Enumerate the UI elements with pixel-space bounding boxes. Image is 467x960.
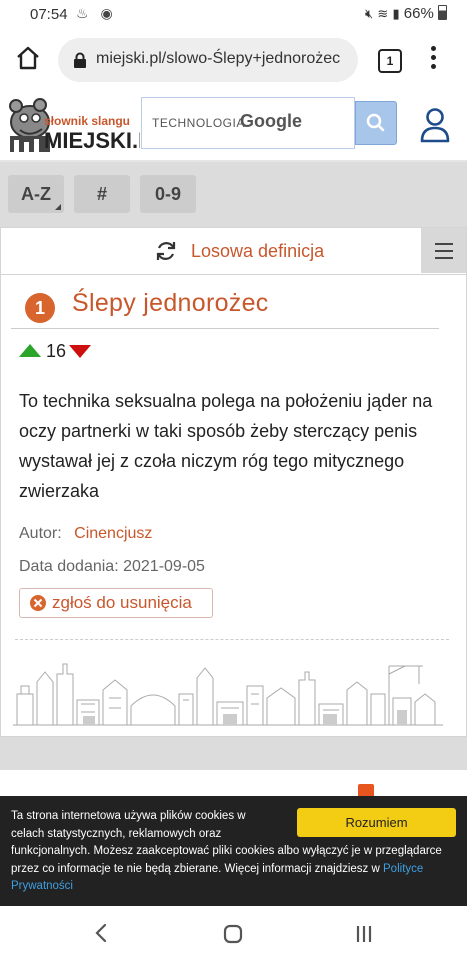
logo-title: MIEJSKI.PL <box>44 128 140 153</box>
lock-icon <box>72 52 88 68</box>
logo-subtitle: słownik slangu <box>44 114 130 128</box>
letters-digits-button[interactable]: 0-9 <box>140 175 196 213</box>
definition-card: Losowa definicja 1 Ślepy jednorożec 16 T… <box>0 227 467 737</box>
search-input[interactable]: TECHNOLOGIA Google <box>141 97 355 149</box>
nav-home-icon[interactable] <box>222 923 244 945</box>
random-definition-row: Losowa definicja <box>1 228 466 275</box>
browser-toolbar: miejski.pl/slowo-Ślepy+jednorożec 1 <box>0 30 467 90</box>
notification-icons: ♨ ◉ <box>76 5 117 21</box>
user-icon[interactable] <box>418 106 452 144</box>
report-icon <box>30 595 46 611</box>
letters-hash-button[interactable]: # <box>74 175 130 213</box>
status-right: 🔇︎ ≋ ▮ 66% <box>365 5 447 22</box>
wifi-icon: ≋ <box>377 6 389 21</box>
cookie-banner: Ta strona internetowa używa plików cooki… <box>0 796 467 906</box>
mute-icon: 🔇︎ <box>365 6 374 21</box>
search-icon <box>366 113 385 132</box>
title-divider <box>11 328 439 329</box>
vote-up-icon[interactable] <box>19 344 41 357</box>
system-navigation-bar <box>0 906 467 960</box>
dropdown-corner-icon <box>55 204 61 210</box>
nav-back-icon[interactable] <box>92 922 112 944</box>
status-bar: 07:54 ♨ ◉ 🔇︎ ≋ ▮ 66% <box>0 0 467 30</box>
status-time: 07:54 <box>30 6 68 23</box>
search-button[interactable] <box>355 101 397 145</box>
city-skyline-illustration <box>13 663 443 726</box>
site-logo[interactable]: słownik slangu MIEJSKI.PL <box>4 96 166 156</box>
definition-number-badge: 1 <box>25 293 55 323</box>
cookie-text-line: przez co informacje te nie będą zbierane… <box>11 862 380 875</box>
definition-text-line: wystawał jej z czoła niczym róg tego mit… <box>19 451 405 471</box>
definition-text-line: zwierzaka <box>19 481 100 501</box>
battery-icon <box>438 5 447 20</box>
address-bar[interactable]: miejski.pl/slowo-Ślepy+jednorożec <box>58 38 358 82</box>
more-vert-icon[interactable] <box>428 46 438 74</box>
letters-a-z-label: A-Z <box>21 184 51 204</box>
refresh-icon <box>156 242 176 260</box>
search-brand: Google <box>240 111 302 131</box>
author-link[interactable]: Cinencjusz <box>74 525 152 542</box>
privacy-policy-link-2[interactable]: Prywatności <box>11 880 73 892</box>
letters-a-z-button[interactable]: A-Z <box>8 175 64 213</box>
random-definition-label: Losowa definicja <box>191 241 325 261</box>
definition-text-line: To technika seksualna polega na położeni… <box>19 391 433 411</box>
definition-text-line: oczy partnerki w taki sposób żeby stercz… <box>19 421 418 441</box>
report-label: zgłoś do usunięcia <box>52 593 192 612</box>
vote-down-icon[interactable] <box>69 345 91 358</box>
battery-level: 66% <box>403 5 434 22</box>
cookie-text-line: funkcjonalnych. Możesz zaakceptować plik… <box>11 845 442 857</box>
home-icon[interactable] <box>14 44 42 72</box>
search-placeholder: TECHNOLOGIA <box>152 116 245 130</box>
signal-icon: ▮ <box>392 6 400 21</box>
date-row: Data dodania: 2021-09-05 <box>19 558 205 576</box>
url-text: miejski.pl/slowo-Ślepy+jednorożec <box>96 50 341 67</box>
definition-text: To technika seksualna polega na położeni… <box>19 386 444 506</box>
accept-cookies-button[interactable]: Rozumiem <box>297 808 456 837</box>
privacy-policy-link[interactable]: Polityce <box>383 863 423 875</box>
tabs-icon[interactable]: 1 <box>378 49 402 73</box>
definition-title[interactable]: Ślepy jednorożec <box>72 289 269 318</box>
author-label: Autor: <box>19 525 62 542</box>
date-label: Data dodania: <box>19 558 119 575</box>
dashed-divider <box>15 639 449 640</box>
nav-recents-icon[interactable] <box>353 923 375 945</box>
date-value: 2021-09-05 <box>123 558 205 575</box>
author-row: Autor: Cinencjusz <box>19 525 152 543</box>
site-header: słownik slangu MIEJSKI.PL TECHNOLOGIA Go… <box>0 90 467 162</box>
list-icon[interactable] <box>421 228 466 273</box>
report-button[interactable]: zgłoś do usunięcia <box>19 588 213 618</box>
vote-count: 16 <box>46 341 67 361</box>
